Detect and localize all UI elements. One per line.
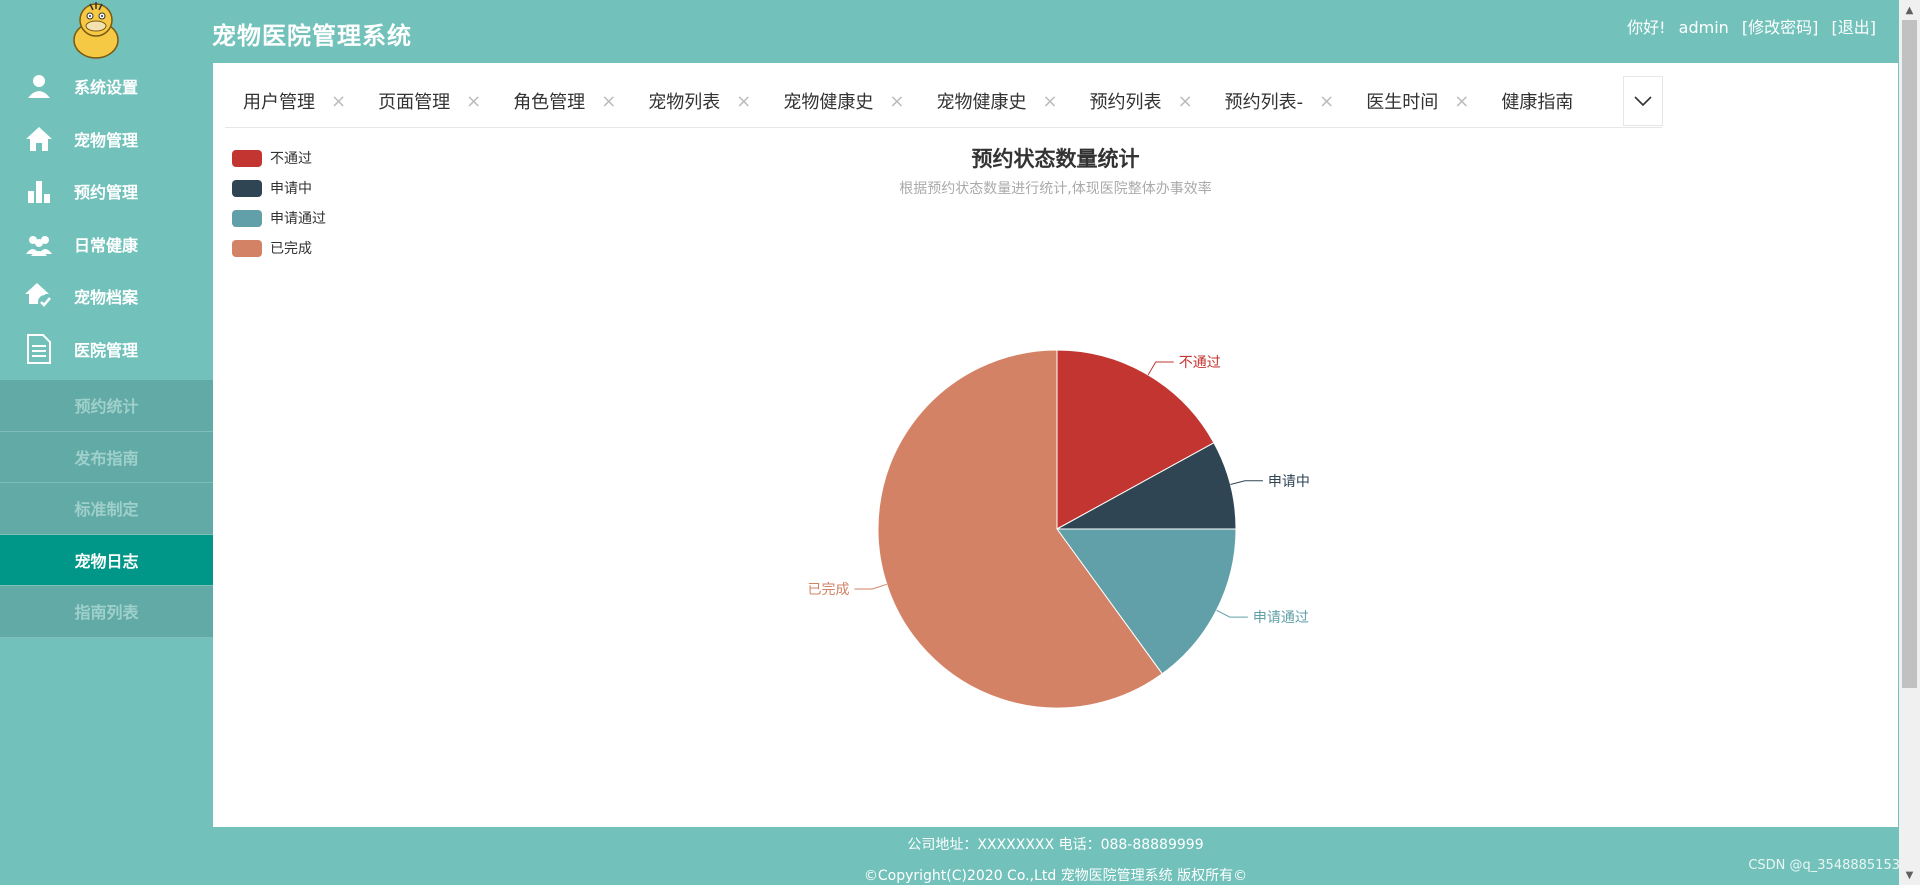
sidebar-item-label: 宠物档案 bbox=[74, 288, 139, 308]
user-icon bbox=[20, 73, 58, 99]
bar-chart-icon bbox=[20, 179, 58, 204]
sidebar-item-pet-management[interactable]: 宠物管理 bbox=[0, 113, 213, 166]
header-user-area: 你好! admin [修改密码] [退出] bbox=[1619, 14, 1876, 38]
submenu-appointment-stats[interactable]: 预约统计 bbox=[0, 380, 213, 432]
sidebar-item-daily-health[interactable]: 日常健康 bbox=[0, 218, 213, 271]
logout-link[interactable]: [退出] bbox=[1832, 18, 1877, 37]
username: admin bbox=[1678, 18, 1729, 37]
pie-label: 申请中 bbox=[1268, 474, 1310, 490]
pie-label-line bbox=[1216, 609, 1248, 618]
sidebar-item-system-settings[interactable]: 系统设置 bbox=[0, 60, 213, 113]
logo-duck-icon bbox=[68, 0, 124, 60]
pie-label-line bbox=[1147, 361, 1174, 376]
page-scrollbar[interactable]: ▲ ▼ bbox=[1899, 0, 1920, 885]
submenu-publish-guide[interactable]: 发布指南 bbox=[0, 431, 213, 483]
sidebar-item-appointment-management[interactable]: 预约管理 bbox=[0, 165, 213, 218]
submenu-standards[interactable]: 标准制定 bbox=[0, 483, 213, 535]
sidebar-item-label: 医院管理 bbox=[74, 340, 139, 360]
sidebar-item-hospital-management[interactable]: 医院管理 bbox=[0, 323, 213, 376]
footer-address: 公司地址：XXXXXXXX 电话：088-88889999 bbox=[907, 837, 1204, 853]
watermark: CSDN @q_3548885153 bbox=[1748, 858, 1900, 873]
document-icon bbox=[20, 333, 58, 364]
footer-copyright: ©Copyright(C)2020 Co.,Ltd 宠物医院管理系统 版权所有© bbox=[863, 868, 1248, 884]
sidebar-item-label: 宠物管理 bbox=[74, 130, 139, 150]
pie-chart: 不通过申请中申请通过 已完成 bbox=[807, 349, 1310, 709]
pie-label-line bbox=[1230, 480, 1263, 485]
pie-label: 申请通过 bbox=[1253, 610, 1309, 626]
submenu-guide-list[interactable]: 指南列表 bbox=[0, 586, 213, 638]
sidebar: 系统设置 宠物管理 预约管理 日常健康 宠物档案 医院管理 预约统计 发布指南 … bbox=[0, 60, 213, 885]
sidebar-item-label: 日常健康 bbox=[74, 235, 139, 255]
sidebar-item-label: 预约管理 bbox=[74, 183, 139, 203]
change-password-link[interactable]: [修改密码] bbox=[1742, 18, 1819, 37]
pie-label-line bbox=[854, 583, 887, 590]
scroll-thumb[interactable] bbox=[1902, 20, 1917, 688]
submenu-pet-log[interactable]: 宠物日志 bbox=[0, 534, 213, 586]
pie-label: 不通过 bbox=[1179, 355, 1221, 371]
sidebar-item-label: 系统设置 bbox=[74, 78, 139, 98]
sidebar-item-pet-records[interactable]: 宠物档案 bbox=[0, 270, 213, 323]
greeting-text: 你好! bbox=[1627, 18, 1666, 37]
app-title: 宠物医院管理系统 bbox=[212, 22, 412, 50]
scroll-down-icon[interactable]: ▼ bbox=[1899, 865, 1920, 885]
home-check-icon bbox=[20, 282, 58, 310]
group-icon bbox=[20, 232, 58, 256]
scroll-up-icon[interactable]: ▲ bbox=[1899, 0, 1920, 20]
pie-label: 已完成 bbox=[807, 582, 849, 598]
home-icon bbox=[20, 126, 58, 152]
main-panel: 用户管理 × 页面管理 × 角色管理 × 宠物列表 × 宠物健康史 × 宠物健康史 × 预约… bbox=[213, 63, 1898, 827]
